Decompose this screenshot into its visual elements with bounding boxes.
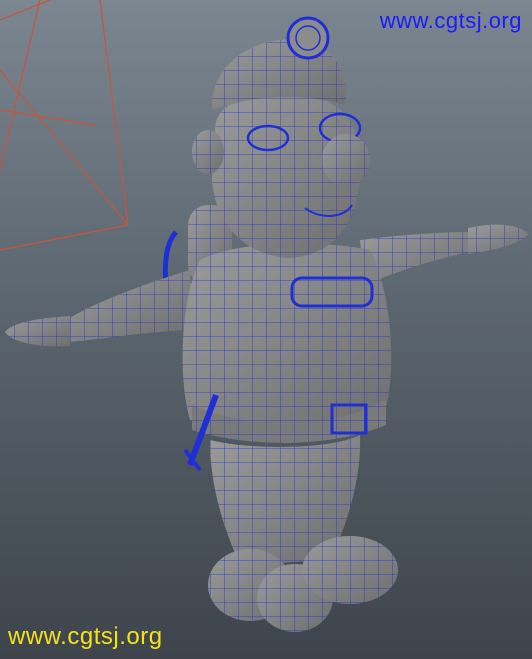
camera-frustum	[0, 0, 130, 251]
watermark-top: www.cgtsj.org	[379, 8, 522, 33]
3d-viewport[interactable]: www.cgtsj.org www.cgtsj.org	[0, 0, 532, 659]
model-scene	[0, 0, 528, 632]
left-arm	[5, 270, 195, 347]
watermark-bottom: www.cgtsj.org	[8, 623, 163, 650]
torso	[182, 243, 392, 443]
character-mesh	[5, 16, 528, 632]
right-arm	[360, 224, 528, 285]
